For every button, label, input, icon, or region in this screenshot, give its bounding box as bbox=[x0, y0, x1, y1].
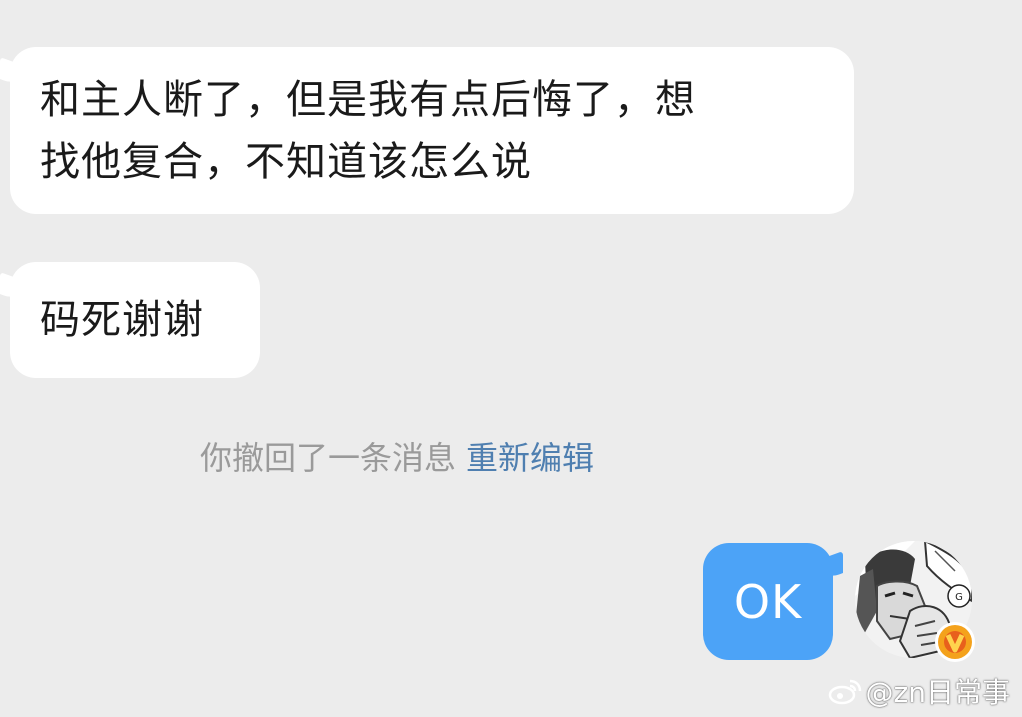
incoming-message-bubble[interactable]: 码死谢谢 bbox=[0, 262, 260, 378]
bubble-tail bbox=[821, 550, 843, 582]
re-edit-link[interactable]: 重新编辑 bbox=[466, 439, 594, 477]
verified-badge-icon bbox=[935, 622, 975, 662]
svg-text:G: G bbox=[955, 592, 963, 603]
bubble-tail bbox=[0, 56, 22, 88]
bubble-tail bbox=[0, 271, 22, 303]
message-line: 找他复合，不知道该怎么说 bbox=[40, 139, 532, 185]
outgoing-message-bubble[interactable]: OK bbox=[703, 543, 843, 660]
watermark-text: @zn日常事 bbox=[865, 676, 1010, 709]
message-text: 码死谢谢 bbox=[40, 297, 204, 343]
message-text: OK bbox=[733, 574, 803, 629]
weibo-logo-icon bbox=[828, 679, 861, 705]
message-line: 和主人断了，但是我有点后悔了，想 bbox=[40, 77, 696, 123]
incoming-message-bubble[interactable]: 和主人断了，但是我有点后悔了，想 找他复合，不知道该怎么说 bbox=[0, 47, 854, 214]
weibo-watermark: @zn日常事 bbox=[828, 671, 1010, 711]
recall-notice: 你撤回了一条消息 重新编辑 bbox=[200, 434, 594, 482]
recall-notice-text: 你撤回了一条消息 bbox=[200, 439, 457, 477]
